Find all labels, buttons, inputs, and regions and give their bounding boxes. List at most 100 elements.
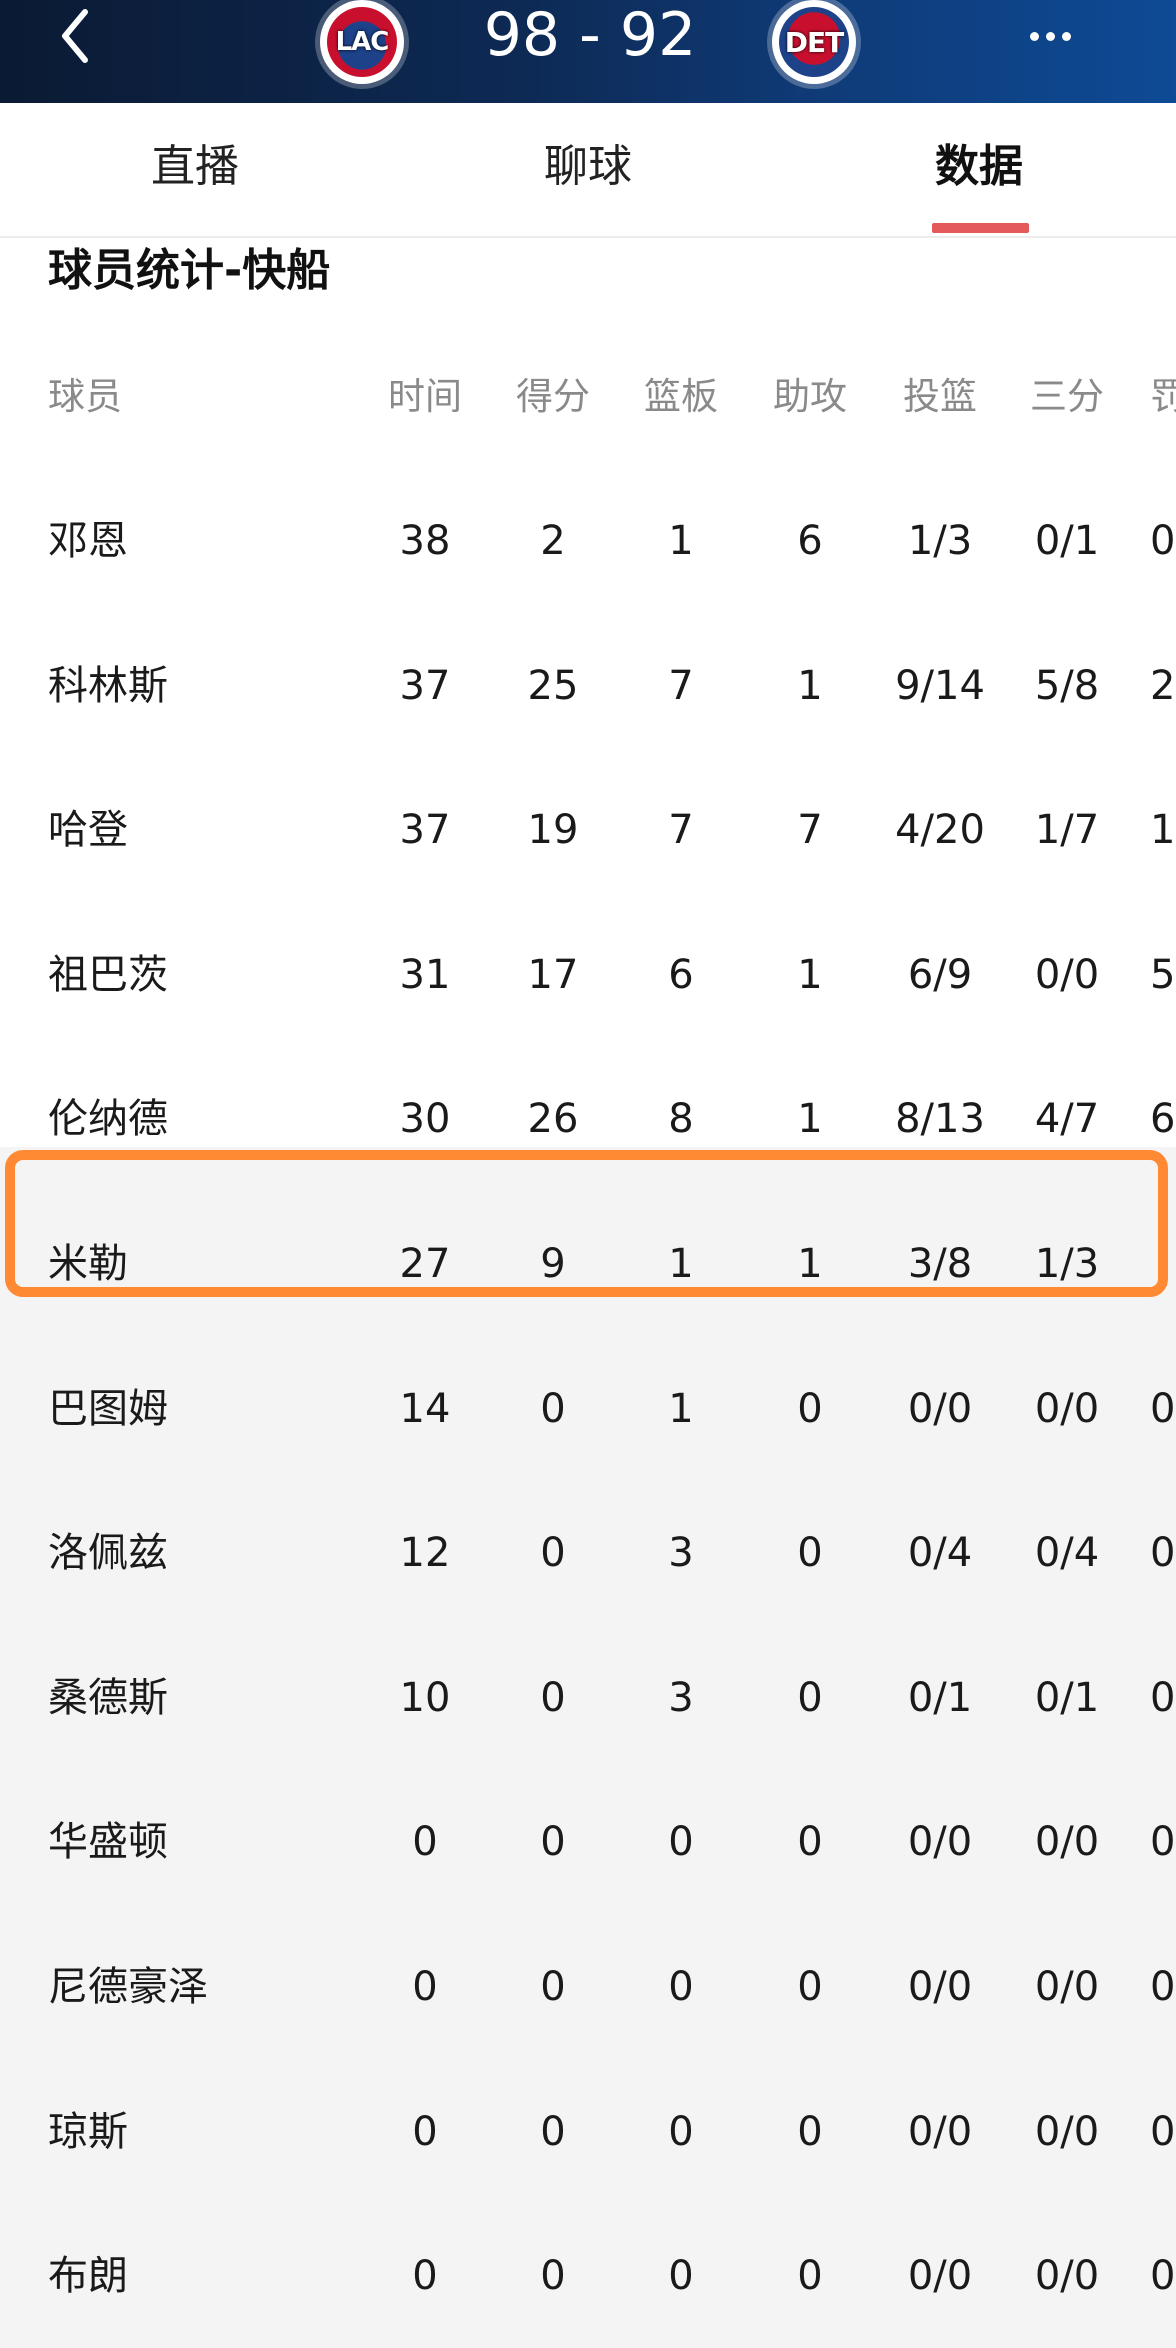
tab-data[interactable]: 数据 — [849, 103, 1109, 236]
more-button[interactable] — [1030, 25, 1100, 49]
minutes: 0 — [412, 1819, 438, 1866]
table-row[interactable]: 伦纳德 30 26 8 1 8/13 4/7 6 — [0, 1047, 1176, 1191]
player-name: 巴图姆 — [48, 1385, 168, 1432]
rebounds: 3 — [668, 1674, 694, 1721]
free-throws: 5 — [1150, 951, 1176, 998]
free-throws: 0 — [1150, 1385, 1176, 1432]
points: 9 — [540, 1241, 566, 1287]
field-goals: 8/13 — [895, 1096, 985, 1143]
minutes: 27 — [399, 1241, 451, 1287]
table-row[interactable]: 米勒 27 9 1 1 3/8 1/3 — [0, 1192, 1176, 1336]
table-row[interactable]: 布朗 0 0 0 0 0/0 0/0 0 — [0, 2204, 1176, 2348]
assists: 7 — [797, 807, 823, 854]
player-name: 伦纳德 — [48, 1096, 168, 1143]
free-throws — [1150, 1192, 1176, 1336]
assists: 0 — [797, 1385, 823, 1432]
minutes: 0 — [412, 1964, 438, 2010]
three-pointers: 0/4 — [1034, 1530, 1100, 1577]
table-row[interactable]: 祖巴茨 31 17 6 1 6/9 0/0 5 — [0, 903, 1176, 1047]
free-throws: 0 — [1150, 2108, 1176, 2155]
back-button[interactable] — [55, 4, 99, 68]
tab-bar: 直播 聊球 数据 — [0, 103, 1176, 238]
minutes: 38 — [399, 518, 451, 564]
minutes: 31 — [399, 951, 451, 998]
table-row[interactable]: 巴图姆 14 0 1 0 0/0 0/0 0 — [0, 1337, 1176, 1481]
assists: 0 — [797, 1530, 823, 1577]
points: 2 — [540, 518, 566, 564]
table-row[interactable]: 桑德斯 10 0 3 0 0/1 0/1 0 — [0, 1626, 1176, 1770]
three-pointers: 0/0 — [1034, 1964, 1100, 2010]
rebounds: 1 — [668, 518, 694, 564]
rebounds: 7 — [668, 807, 694, 854]
minutes: 37 — [399, 807, 451, 854]
assists: 1 — [797, 951, 823, 998]
three-pointers: 1/3 — [1034, 1241, 1100, 1287]
three-pointers: 4/7 — [1034, 1096, 1100, 1143]
three-pointers: 0/1 — [1034, 1674, 1100, 1721]
minutes: 37 — [399, 662, 451, 709]
assists: 1 — [797, 1096, 823, 1143]
field-goals: 0/0 — [907, 2253, 973, 2300]
det-logo-badge: DET — [779, 7, 849, 77]
points: 0 — [540, 1964, 566, 2010]
assists: 1 — [797, 662, 823, 709]
col-header-player: 球员 — [48, 375, 122, 418]
table-row[interactable]: 华盛顿 0 0 0 0 0/0 0/0 0 — [0, 1770, 1176, 1914]
minutes: 30 — [399, 1096, 451, 1143]
minutes: 0 — [412, 2253, 438, 2300]
table-row[interactable]: 哈登 37 19 7 7 4/20 1/7 10 — [0, 758, 1176, 902]
free-throws: 0 — [1150, 518, 1176, 564]
field-goals: 0/1 — [907, 1674, 973, 1721]
col-header-minutes: 时间 — [388, 375, 462, 418]
three-pointers: 5/8 — [1034, 662, 1100, 709]
rebounds: 3 — [668, 1530, 694, 1577]
table-header-row: 球员 时间 得分 篮板 助攻 投篮 三分 罚 — [0, 324, 1176, 469]
points: 19 — [527, 807, 579, 854]
rebounds: 7 — [668, 662, 694, 709]
free-throws: 0 — [1150, 2253, 1176, 2300]
game-header: LAC 98 - 92 DET — [0, 0, 1176, 103]
rebounds: 1 — [668, 1385, 694, 1432]
table-row[interactable]: 琼斯 0 0 0 0 0/0 0/0 0 — [0, 2060, 1176, 2204]
field-goals: 3/8 — [907, 1241, 973, 1287]
points: 0 — [540, 1674, 566, 1721]
assists: 0 — [797, 1674, 823, 1721]
section-title: 球员统计-快船 — [48, 245, 331, 296]
col-header-points: 得分 — [516, 375, 590, 418]
col-header-rebounds: 篮板 — [644, 375, 718, 418]
player-name: 琼斯 — [48, 2108, 128, 2155]
assists: 1 — [797, 1241, 823, 1287]
away-team-logo[interactable]: DET — [772, 0, 856, 84]
active-tab-indicator — [932, 223, 1029, 233]
away-team-abbr: DET — [784, 25, 844, 59]
field-goals: 0/0 — [907, 1964, 973, 2010]
assists: 0 — [797, 1964, 823, 2010]
field-goals: 0/0 — [907, 2108, 973, 2155]
free-throws: 0 — [1150, 1530, 1176, 1577]
player-name: 科林斯 — [48, 662, 168, 709]
free-throws: 0 — [1150, 1819, 1176, 1866]
table-row[interactable]: 科林斯 37 25 7 1 9/14 5/8 2 — [0, 614, 1176, 758]
table-row[interactable]: 邓恩 38 2 1 6 1/3 0/1 0 — [0, 469, 1176, 613]
tab-chat[interactable]: 聊球 — [458, 103, 718, 236]
tab-live[interactable]: 直播 — [65, 103, 325, 236]
field-goals: 6/9 — [907, 951, 973, 998]
player-name: 祖巴茨 — [48, 951, 168, 998]
three-pointers: 0/0 — [1034, 951, 1100, 998]
table-row[interactable]: 尼德豪泽 0 0 0 0 0/0 0/0 0 — [0, 1915, 1176, 2059]
home-team-logo[interactable]: LAC — [320, 0, 404, 84]
points: 17 — [527, 951, 579, 998]
field-goals: 1/3 — [907, 518, 973, 564]
player-name: 华盛顿 — [48, 1819, 168, 1866]
rebounds: 0 — [668, 1819, 694, 1866]
table-row[interactable]: 洛佩兹 12 0 3 0 0/4 0/4 0 — [0, 1481, 1176, 1625]
field-goals: 4/20 — [895, 807, 985, 854]
rebounds: 8 — [668, 1096, 694, 1143]
free-throws: 10 — [1150, 807, 1176, 854]
free-throws: 2 — [1150, 662, 1176, 709]
free-throws: 0 — [1150, 1964, 1176, 2010]
player-name: 桑德斯 — [48, 1674, 168, 1721]
field-goals: 0/4 — [907, 1530, 973, 1577]
three-pointers: 0/0 — [1034, 1385, 1100, 1432]
three-pointers: 0/0 — [1034, 2108, 1100, 2155]
